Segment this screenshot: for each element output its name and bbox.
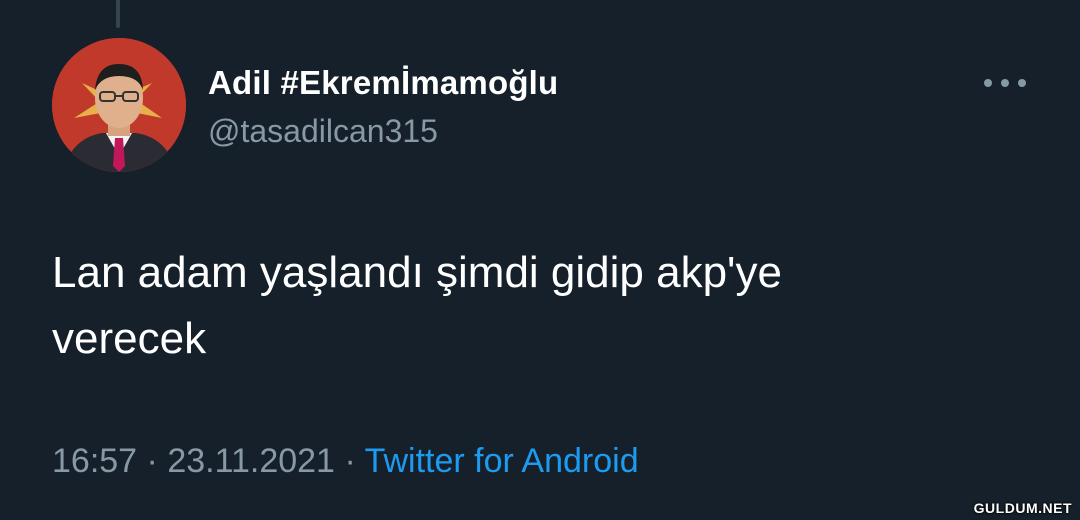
author-display-name[interactable]: Adil #Ekremİmamoğlu xyxy=(208,64,558,102)
meta-separator: · xyxy=(344,442,356,480)
more-options-button[interactable] xyxy=(984,72,1026,94)
tweet-text-line: Lan adam yaşlandı şimdi gidip akp'ye xyxy=(52,248,782,297)
more-horizontal-icon-dot xyxy=(984,79,992,87)
more-horizontal-icon-dot xyxy=(1018,79,1026,87)
tweet-source-link[interactable]: Twitter for Android xyxy=(365,442,639,480)
more-horizontal-icon-dot xyxy=(1001,79,1009,87)
tweet-date[interactable]: 23.11.2021 xyxy=(167,442,335,480)
tweet-text-line: verecek xyxy=(52,314,207,363)
tweet-text: Lan adam yaşlandı şimdi gidip akp'ye vere… xyxy=(52,240,1032,372)
avatar[interactable] xyxy=(52,38,186,172)
tweet-time[interactable]: 16:57 xyxy=(52,442,137,480)
avatar-image xyxy=(52,38,186,172)
author-handle[interactable]: @tasadilcan315 xyxy=(208,113,438,150)
tweet-meta: 16:57 · 23.11.2021 · Twitter for Android xyxy=(52,442,639,481)
thread-connector-line xyxy=(116,0,120,28)
watermark: GULDUM.NET xyxy=(973,500,1072,516)
meta-separator: · xyxy=(146,442,158,480)
tweet-card: Adil #Ekremİmamoğlu @tasadilcan315 Lan a… xyxy=(0,0,1080,520)
